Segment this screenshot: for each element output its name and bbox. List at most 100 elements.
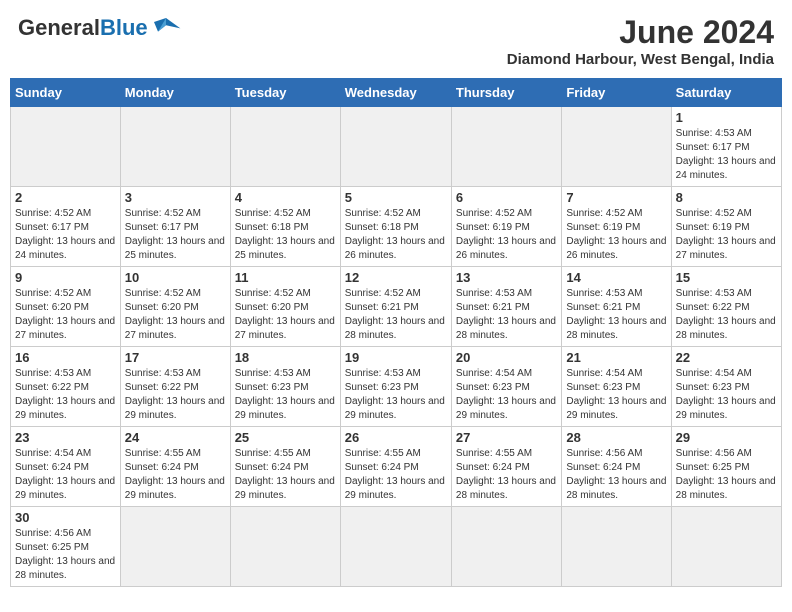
day-number: 1 <box>676 110 777 125</box>
day-number: 28 <box>566 430 666 445</box>
calendar-cell: 14 Sunrise: 4:53 AM Sunset: 6:21 PM Dayli… <box>562 267 671 347</box>
calendar-week-row: 9 Sunrise: 4:52 AM Sunset: 6:20 PM Daylig… <box>11 267 782 347</box>
day-number: 17 <box>125 350 226 365</box>
calendar-cell <box>671 507 781 587</box>
logo-text: GeneralBlue <box>18 17 148 39</box>
day-number: 23 <box>15 430 116 445</box>
day-info: Sunrise: 4:53 AM Sunset: 6:17 PM Dayligh… <box>676 127 777 183</box>
day-info: Sunrise: 4:56 AM Sunset: 6:24 PM Dayligh… <box>566 447 666 503</box>
weekday-header-thursday: Thursday <box>451 79 561 107</box>
day-info: Sunrise: 4:53 AM Sunset: 6:23 PM Dayligh… <box>345 367 447 423</box>
page-header: GeneralBlue June 2024 Diamond Harbour, W… <box>10 10 782 72</box>
day-info: Sunrise: 4:52 AM Sunset: 6:19 PM Dayligh… <box>676 207 777 263</box>
day-info: Sunrise: 4:52 AM Sunset: 6:21 PM Dayligh… <box>345 287 447 343</box>
calendar-cell: 8 Sunrise: 4:52 AM Sunset: 6:19 PM Daylig… <box>671 187 781 267</box>
weekday-header-sunday: Sunday <box>11 79 121 107</box>
weekday-header-row: SundayMondayTuesdayWednesdayThursdayFrid… <box>11 79 782 107</box>
calendar-cell: 7 Sunrise: 4:52 AM Sunset: 6:19 PM Daylig… <box>562 187 671 267</box>
day-info: Sunrise: 4:55 AM Sunset: 6:24 PM Dayligh… <box>125 447 226 503</box>
day-info: Sunrise: 4:55 AM Sunset: 6:24 PM Dayligh… <box>345 447 447 503</box>
calendar-cell: 28 Sunrise: 4:56 AM Sunset: 6:24 PM Dayli… <box>562 427 671 507</box>
day-info: Sunrise: 4:56 AM Sunset: 6:25 PM Dayligh… <box>15 527 116 583</box>
day-info: Sunrise: 4:52 AM Sunset: 6:18 PM Dayligh… <box>345 207 447 263</box>
logo: GeneralBlue <box>18 14 182 42</box>
calendar-cell <box>120 507 230 587</box>
day-number: 14 <box>566 270 666 285</box>
calendar-cell: 20Sunrise: 4:54 AM Sunset: 6:23 PM Dayli… <box>451 347 561 427</box>
calendar-cell: 30 Sunrise: 4:56 AM Sunset: 6:25 PM Dayli… <box>11 507 121 587</box>
calendar-cell: 15 Sunrise: 4:53 AM Sunset: 6:22 PM Dayli… <box>671 267 781 347</box>
calendar-cell <box>562 107 671 187</box>
day-number: 8 <box>676 190 777 205</box>
calendar-cell <box>230 507 340 587</box>
calendar-table: SundayMondayTuesdayWednesdayThursdayFrid… <box>10 78 782 587</box>
calendar-cell: 1 Sunrise: 4:53 AM Sunset: 6:17 PM Daylig… <box>671 107 781 187</box>
day-number: 5 <box>345 190 447 205</box>
day-info: Sunrise: 4:53 AM Sunset: 6:21 PM Dayligh… <box>566 287 666 343</box>
calendar-cell: 22Sunrise: 4:54 AM Sunset: 6:23 PM Dayli… <box>671 347 781 427</box>
calendar-cell <box>230 107 340 187</box>
day-number: 9 <box>15 270 116 285</box>
calendar-cell: 16Sunrise: 4:53 AM Sunset: 6:22 PM Dayli… <box>11 347 121 427</box>
calendar-cell: 29Sunrise: 4:56 AM Sunset: 6:25 PM Dayli… <box>671 427 781 507</box>
day-number: 27 <box>456 430 557 445</box>
calendar-cell <box>11 107 121 187</box>
calendar-cell <box>340 107 451 187</box>
day-info: Sunrise: 4:52 AM Sunset: 6:20 PM Dayligh… <box>15 287 116 343</box>
calendar-week-row: 1 Sunrise: 4:53 AM Sunset: 6:17 PM Daylig… <box>11 107 782 187</box>
calendar-cell: 24Sunrise: 4:55 AM Sunset: 6:24 PM Dayli… <box>120 427 230 507</box>
day-info: Sunrise: 4:52 AM Sunset: 6:17 PM Dayligh… <box>125 207 226 263</box>
day-info: Sunrise: 4:52 AM Sunset: 6:20 PM Dayligh… <box>125 287 226 343</box>
calendar-cell <box>451 507 561 587</box>
day-number: 18 <box>235 350 336 365</box>
calendar-cell: 6Sunrise: 4:52 AM Sunset: 6:19 PM Daylig… <box>451 187 561 267</box>
calendar-week-row: 23Sunrise: 4:54 AM Sunset: 6:24 PM Dayli… <box>11 427 782 507</box>
day-number: 11 <box>235 270 336 285</box>
day-number: 19 <box>345 350 447 365</box>
day-number: 26 <box>345 430 447 445</box>
calendar-cell: 11Sunrise: 4:52 AM Sunset: 6:20 PM Dayli… <box>230 267 340 347</box>
day-number: 29 <box>676 430 777 445</box>
day-number: 15 <box>676 270 777 285</box>
day-info: Sunrise: 4:52 AM Sunset: 6:19 PM Dayligh… <box>566 207 666 263</box>
calendar-cell: 4Sunrise: 4:52 AM Sunset: 6:18 PM Daylig… <box>230 187 340 267</box>
calendar-cell <box>340 507 451 587</box>
location-subtitle: Diamond Harbour, West Bengal, India <box>507 51 774 68</box>
day-info: Sunrise: 4:52 AM Sunset: 6:17 PM Dayligh… <box>15 207 116 263</box>
day-info: Sunrise: 4:54 AM Sunset: 6:23 PM Dayligh… <box>566 367 666 423</box>
calendar-cell: 26 Sunrise: 4:55 AM Sunset: 6:24 PM Dayli… <box>340 427 451 507</box>
day-number: 22 <box>676 350 777 365</box>
day-number: 2 <box>15 190 116 205</box>
day-info: Sunrise: 4:53 AM Sunset: 6:22 PM Dayligh… <box>125 367 226 423</box>
day-number: 7 <box>566 190 666 205</box>
calendar-week-row: 16Sunrise: 4:53 AM Sunset: 6:22 PM Dayli… <box>11 347 782 427</box>
weekday-header-tuesday: Tuesday <box>230 79 340 107</box>
day-number: 4 <box>235 190 336 205</box>
day-number: 30 <box>15 510 116 525</box>
day-number: 3 <box>125 190 226 205</box>
day-number: 12 <box>345 270 447 285</box>
calendar-cell: 3 Sunrise: 4:52 AM Sunset: 6:17 PM Daylig… <box>120 187 230 267</box>
calendar-cell: 13Sunrise: 4:53 AM Sunset: 6:21 PM Dayli… <box>451 267 561 347</box>
calendar-cell <box>562 507 671 587</box>
calendar-cell: 5 Sunrise: 4:52 AM Sunset: 6:18 PM Daylig… <box>340 187 451 267</box>
calendar-week-row: 30 Sunrise: 4:56 AM Sunset: 6:25 PM Dayli… <box>11 507 782 587</box>
calendar-cell: 19 Sunrise: 4:53 AM Sunset: 6:23 PM Dayli… <box>340 347 451 427</box>
day-info: Sunrise: 4:53 AM Sunset: 6:22 PM Dayligh… <box>15 367 116 423</box>
day-number: 10 <box>125 270 226 285</box>
day-info: Sunrise: 4:53 AM Sunset: 6:23 PM Dayligh… <box>235 367 336 423</box>
weekday-header-saturday: Saturday <box>671 79 781 107</box>
weekday-header-monday: Monday <box>120 79 230 107</box>
day-info: Sunrise: 4:53 AM Sunset: 6:21 PM Dayligh… <box>456 287 557 343</box>
day-info: Sunrise: 4:53 AM Sunset: 6:22 PM Dayligh… <box>676 287 777 343</box>
calendar-cell: 9 Sunrise: 4:52 AM Sunset: 6:20 PM Daylig… <box>11 267 121 347</box>
day-number: 25 <box>235 430 336 445</box>
calendar-cell: 23Sunrise: 4:54 AM Sunset: 6:24 PM Dayli… <box>11 427 121 507</box>
day-info: Sunrise: 4:52 AM Sunset: 6:19 PM Dayligh… <box>456 207 557 263</box>
calendar-cell <box>451 107 561 187</box>
day-number: 20 <box>456 350 557 365</box>
calendar-cell: 27Sunrise: 4:55 AM Sunset: 6:24 PM Dayli… <box>451 427 561 507</box>
weekday-header-wednesday: Wednesday <box>340 79 451 107</box>
calendar-cell: 25Sunrise: 4:55 AM Sunset: 6:24 PM Dayli… <box>230 427 340 507</box>
logo-bird-icon <box>150 14 182 42</box>
